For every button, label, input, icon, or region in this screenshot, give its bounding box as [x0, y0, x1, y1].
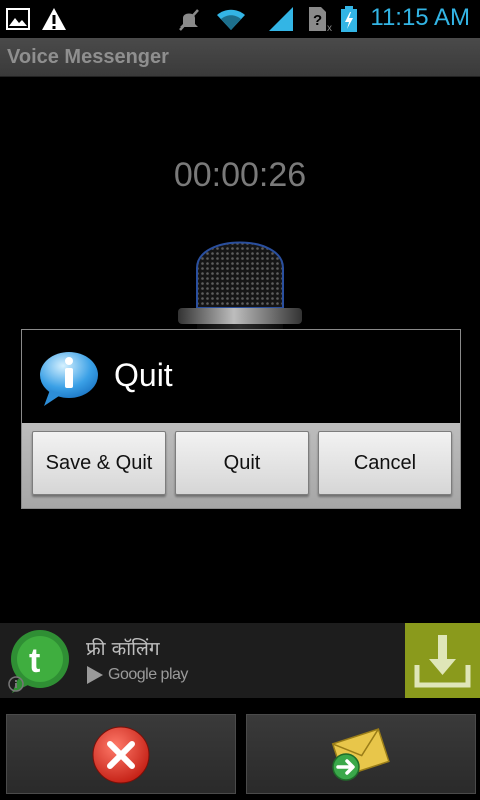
battery-charging-icon: [341, 6, 357, 32]
dialog-header: Quit: [22, 330, 460, 423]
quit-button[interactable]: Quit: [175, 431, 309, 495]
google-play-badge: Google play: [86, 665, 188, 685]
send-message-icon: [331, 728, 390, 781]
warning-icon: [42, 8, 66, 30]
dialog-title: Quit: [114, 357, 173, 393]
play-store-icon: [87, 666, 103, 684]
ad-info-icon[interactable]: [8, 676, 24, 692]
sim-unknown-icon: ? x: [309, 7, 332, 32]
dialog-button-bar: Save & Quit Quit Cancel: [22, 423, 460, 508]
svg-text:x: x: [327, 23, 332, 32]
google-play-label: Google play: [108, 666, 188, 683]
app-title-bar: Voice Messenger: [0, 38, 480, 77]
discard-button[interactable]: [6, 714, 236, 794]
ad-banner[interactable]: t फ्री कॉलिंग Google play: [0, 623, 480, 698]
send-message-button[interactable]: [246, 714, 476, 794]
ad-headline: फ्री कॉलिंग: [86, 638, 160, 660]
svg-text:?: ?: [313, 12, 322, 29]
mute-icon: [179, 9, 199, 31]
quit-dialog: Quit Save & Quit Quit Cancel: [21, 329, 461, 509]
svg-text:t: t: [29, 642, 40, 680]
discard-icon: [92, 726, 150, 784]
status-time: 11:15 AM: [370, 4, 470, 31]
wifi-icon: [217, 9, 245, 30]
ad-download-button[interactable]: [405, 623, 480, 698]
info-icon: [40, 352, 98, 406]
image-icon: [6, 8, 30, 30]
cancel-button[interactable]: Cancel: [318, 431, 452, 495]
signal-icon: [269, 7, 293, 31]
recording-timer: 00:00:26: [173, 156, 307, 194]
bottom-action-bar: [0, 698, 480, 800]
app-title: Voice Messenger: [7, 46, 169, 68]
save-and-quit-button[interactable]: Save & Quit: [32, 431, 166, 495]
status-bar: ? x 11:15 AM: [0, 0, 480, 38]
download-icon: [414, 635, 471, 688]
